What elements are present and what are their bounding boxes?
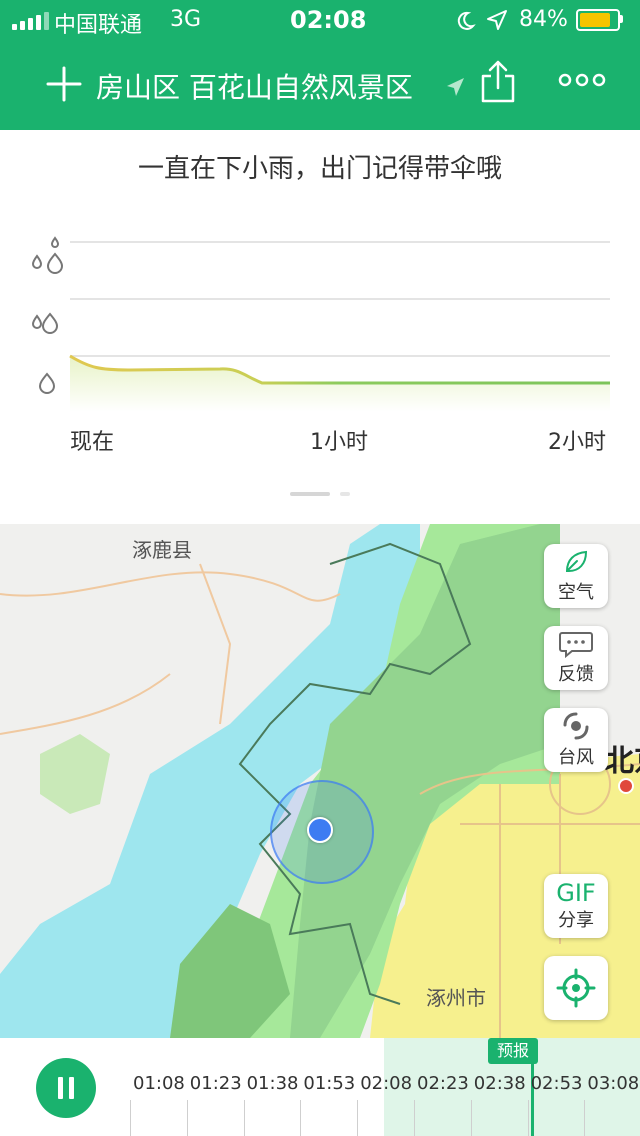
- pause-icon: [58, 1077, 74, 1099]
- time-label[interactable]: 02:53: [531, 1073, 583, 1094]
- time-label[interactable]: 01:53: [303, 1073, 355, 1094]
- tick-now: 现在: [70, 430, 115, 455]
- time-tick: [186, 1100, 188, 1136]
- light-rain-icon: [38, 372, 56, 394]
- air-quality-label: 空气: [558, 582, 594, 603]
- time-label[interactable]: 01:38: [247, 1073, 299, 1094]
- typhoon-icon: [563, 712, 589, 740]
- precipitation-chart: [31, 236, 610, 412]
- time-label[interactable]: 02:38: [474, 1073, 526, 1094]
- more-button[interactable]: [558, 70, 606, 90]
- time-tick: [470, 1100, 472, 1136]
- time-tick: [527, 1100, 529, 1136]
- capital-marker-icon: [618, 778, 634, 794]
- time-label[interactable]: 01:08: [133, 1073, 185, 1094]
- share-button[interactable]: [478, 58, 518, 104]
- typhoon-button[interactable]: 台风: [544, 708, 608, 772]
- more-dots-icon: [558, 73, 606, 87]
- moon-icon: [454, 10, 476, 32]
- rain-radar-map[interactable]: 涿鹿县 涿州市 北京 空气 反馈 台风 GIF 分享: [0, 524, 640, 1038]
- battery-cap: [620, 15, 623, 23]
- current-location-dot: [307, 817, 333, 843]
- forecast-badge: 预报: [488, 1038, 538, 1064]
- carrier-label: 中国联通: [54, 13, 143, 38]
- time-label[interactable]: 02:23: [417, 1073, 469, 1094]
- locate-me-button[interactable]: [544, 956, 608, 1020]
- page-indicator-inactive: [340, 492, 350, 496]
- time-tick: [243, 1100, 245, 1136]
- radar-timeline[interactable]: 预报 01:08 01:23 01:38 01:53 02:08 02:23 02:38 02…: [0, 1038, 640, 1136]
- time-label[interactable]: 02:08: [360, 1073, 412, 1094]
- clock: 02:08: [290, 6, 367, 34]
- time-tick: [130, 1100, 131, 1136]
- share-icon: [481, 60, 515, 103]
- time-tick: [414, 1100, 415, 1136]
- time-tick: [300, 1100, 302, 1136]
- typhoon-label: 台风: [558, 747, 594, 768]
- location-arrow-icon: [444, 76, 466, 98]
- tick-1h: 1小时: [310, 430, 368, 455]
- time-tick: [357, 1100, 359, 1136]
- signal-icon: [12, 12, 49, 30]
- gif-share-label: 分享: [558, 910, 594, 931]
- time-label[interactable]: 01:23: [190, 1073, 242, 1094]
- precipitation-card[interactable]: 一直在下小雨，出门记得带伞哦 现在 1小时 2小时: [0, 130, 640, 524]
- crosshair-icon: [556, 968, 596, 1008]
- gif-share-button[interactable]: GIF 分享: [544, 874, 608, 938]
- location-title[interactable]: 房山区 百花山自然风景区: [96, 66, 413, 106]
- add-location-button[interactable]: [44, 64, 84, 104]
- time-label[interactable]: 03:08: [587, 1073, 639, 1094]
- heavy-rain-icon: [31, 236, 64, 274]
- pause-button[interactable]: [36, 1058, 96, 1118]
- battery-icon: [576, 9, 620, 31]
- leaf-icon: [565, 550, 588, 572]
- network-type: 3G: [170, 7, 202, 32]
- map-label-county: 涿鹿县: [132, 538, 192, 562]
- plus-icon: [46, 66, 82, 102]
- battery-fill: [580, 13, 610, 27]
- map-label-beijing: 北京: [604, 744, 640, 779]
- tick-2h: 2小时: [548, 430, 606, 455]
- location-services-icon: [486, 9, 508, 31]
- battery-percent: 84%: [519, 7, 568, 32]
- moderate-rain-icon: [31, 312, 59, 334]
- gif-label: GIF: [556, 879, 596, 907]
- map-label-city: 涿州市: [426, 986, 486, 1010]
- top-bar: 中国联通 3G 02:08 84% 房山区 百花山自然风景区: [0, 0, 640, 130]
- forecast-headline: 一直在下小雨，出门记得带伞哦: [137, 154, 502, 184]
- page-indicator-active: [290, 492, 330, 496]
- feedback-label: 反馈: [558, 664, 594, 685]
- air-quality-button[interactable]: 空气: [544, 544, 608, 608]
- feedback-button[interactable]: 反馈: [544, 626, 608, 690]
- time-tick: [584, 1100, 586, 1136]
- chat-bubble-icon: [559, 632, 593, 658]
